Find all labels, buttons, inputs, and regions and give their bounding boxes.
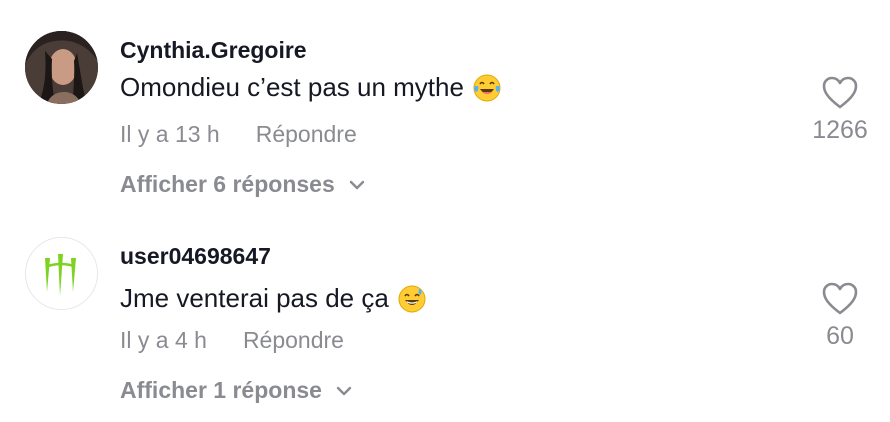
username[interactable]: Cynthia.Gregoire bbox=[120, 37, 307, 64]
comment-text-content: Jme venterai pas de ça bbox=[120, 283, 389, 313]
heart-icon bbox=[822, 282, 858, 315]
sweat-smile-emoji bbox=[398, 285, 426, 312]
timestamp: Il y a 4 h bbox=[120, 327, 207, 353]
monster-logo-icon bbox=[26, 238, 97, 309]
like-button[interactable]: 60 bbox=[800, 282, 880, 351]
like-button[interactable]: 1266 bbox=[800, 76, 880, 145]
view-replies-label: Afficher 1 réponse bbox=[120, 377, 322, 403]
comment-meta: Il y a 4 h Répondre bbox=[120, 327, 344, 354]
avatar[interactable] bbox=[25, 237, 98, 310]
comment-text-content: Omondieu c’est pas un mythe bbox=[120, 72, 464, 102]
view-replies-button[interactable]: Afficher 1 réponse bbox=[120, 377, 352, 404]
chevron-down-icon bbox=[336, 386, 352, 395]
comment-text: Omondieu c’est pas un mythe bbox=[120, 72, 502, 103]
avatar[interactable] bbox=[25, 31, 98, 104]
reply-button[interactable]: Répondre bbox=[256, 121, 357, 148]
like-count: 60 bbox=[826, 322, 854, 350]
reply-button[interactable]: Répondre bbox=[243, 327, 344, 354]
username[interactable]: user04698647 bbox=[120, 243, 271, 270]
comment-meta: Il y a 13 h Répondre bbox=[120, 121, 357, 148]
timestamp: Il y a 13 h bbox=[120, 121, 220, 147]
view-replies-label: Afficher 6 réponses bbox=[120, 171, 335, 197]
view-replies-button[interactable]: Afficher 6 réponses bbox=[120, 171, 365, 198]
heart-icon bbox=[822, 76, 858, 109]
like-count: 1266 bbox=[812, 116, 868, 144]
chevron-down-icon bbox=[349, 180, 364, 189]
laughing-tears-emoji bbox=[473, 74, 501, 101]
avatar-photo bbox=[25, 31, 98, 104]
comment-text: Jme venterai pas de ça bbox=[120, 283, 427, 314]
